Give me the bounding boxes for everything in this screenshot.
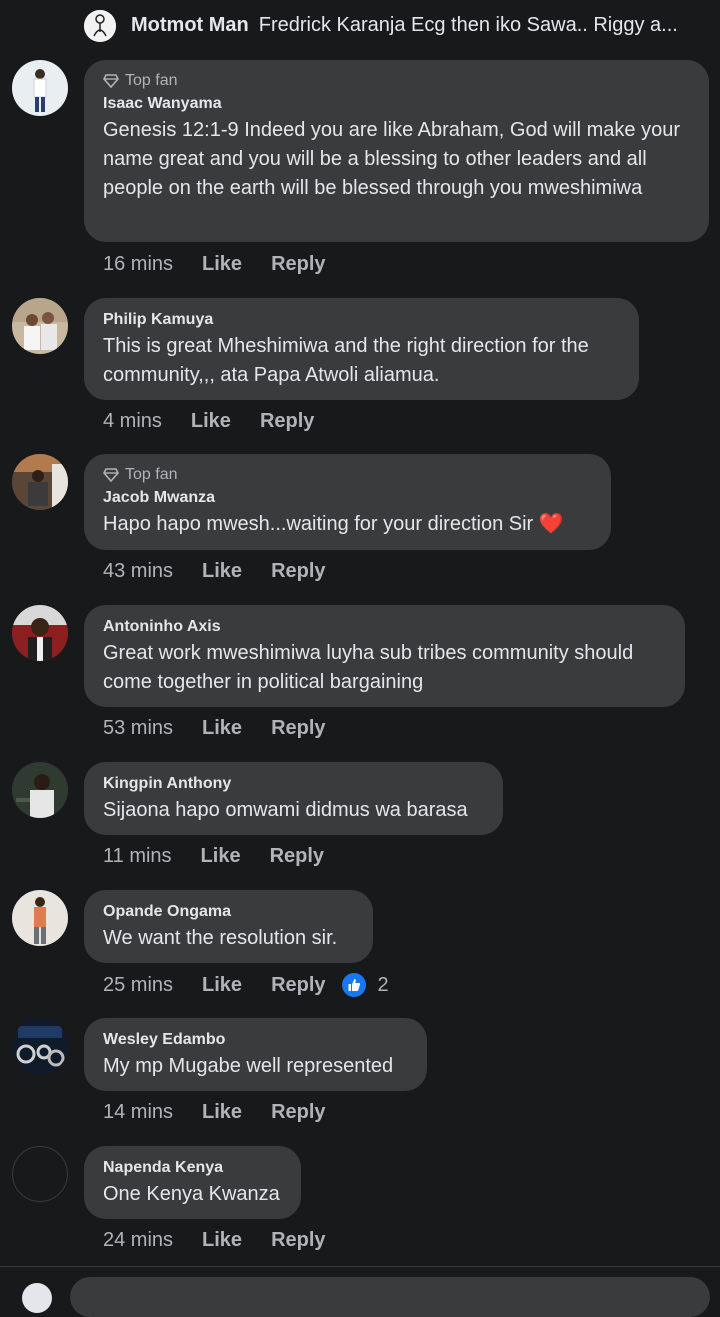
- user-avatar-icon: [12, 890, 68, 946]
- top-reply-snippet: Fredrick Karanja Ecg then iko Sawa.. Rig…: [258, 14, 678, 36]
- like-button[interactable]: Like: [202, 974, 242, 997]
- user-avatar-icon: [12, 762, 68, 818]
- avatar[interactable]: [12, 298, 68, 354]
- diamond-icon: [103, 74, 119, 88]
- comment-actions: 24 mins Like Reply: [103, 1229, 355, 1252]
- comment-bubble[interactable]: Opande Ongama We want the resolution sir…: [84, 890, 373, 963]
- comment-text: Genesis 12:1-9 Indeed you are like Abrah…: [103, 119, 680, 199]
- comment-author[interactable]: Philip Kamuya: [103, 310, 620, 330]
- comment-author[interactable]: Napenda Kenya: [103, 1158, 282, 1178]
- top-reply-text: Motmot Man Fredrick Karanja Ecg then iko …: [131, 14, 711, 37]
- avatar[interactable]: [12, 890, 68, 946]
- comment-time[interactable]: 25 mins: [103, 974, 173, 997]
- reply-button[interactable]: Reply: [271, 1229, 325, 1252]
- comment-actions: 11 mins Like Reply: [103, 845, 353, 868]
- like-button[interactable]: Like: [202, 1229, 242, 1252]
- comment-actions: 4 mins Like Reply: [103, 410, 343, 433]
- comment-actions: 43 mins Like Reply: [103, 560, 355, 583]
- like-button[interactable]: Like: [191, 410, 231, 433]
- comment-time[interactable]: 24 mins: [103, 1229, 173, 1252]
- comment-text: Sijaona hapo omwami didmus wa barasa: [103, 799, 468, 821]
- user-avatar-icon: [12, 1018, 68, 1074]
- user-avatar-icon: [12, 454, 68, 510]
- avatar[interactable]: [12, 762, 68, 818]
- reply-button[interactable]: Reply: [271, 253, 325, 276]
- comment-input[interactable]: [70, 1277, 710, 1317]
- reply-button[interactable]: Reply: [260, 410, 314, 433]
- reply-button[interactable]: Reply: [271, 1101, 325, 1124]
- comment-text: Hapo hapo mwesh...waiting for your direc…: [103, 513, 564, 535]
- comment-author[interactable]: Wesley Edambo: [103, 1030, 408, 1050]
- comment-bubble[interactable]: Philip Kamuya This is great Mheshimiwa a…: [84, 298, 639, 400]
- top-fan-badge: Top fan: [103, 72, 690, 90]
- like-button[interactable]: Like: [202, 253, 242, 276]
- comment-author[interactable]: Antoninho Axis: [103, 617, 666, 637]
- like-button[interactable]: Like: [201, 845, 241, 868]
- avatar[interactable]: [12, 1018, 68, 1074]
- like-button[interactable]: Like: [202, 560, 242, 583]
- user-avatar-icon: [12, 60, 68, 116]
- comment-actions: 14 mins Like Reply: [103, 1101, 355, 1124]
- comment-time[interactable]: 43 mins: [103, 560, 173, 583]
- comment-text: This is great Mheshimiwa and the right d…: [103, 335, 589, 386]
- top-reply-author[interactable]: Motmot Man: [131, 14, 249, 36]
- comment-bubble[interactable]: Top fan Jacob Mwanza Hapo hapo mwesh...w…: [84, 454, 611, 550]
- user-avatar-icon: [84, 10, 116, 42]
- reaction-summary[interactable]: 2: [341, 973, 389, 997]
- like-button[interactable]: Like: [202, 1101, 242, 1124]
- comment-author[interactable]: Isaac Wanyama: [103, 94, 690, 114]
- comment-text: We want the resolution sir.: [103, 927, 338, 949]
- comment-actions: 25 mins Like Reply 2: [103, 973, 389, 997]
- comment-time[interactable]: 4 mins: [103, 410, 162, 433]
- comment-actions: 16 mins Like Reply: [103, 253, 355, 276]
- comment-time[interactable]: 14 mins: [103, 1101, 173, 1124]
- top-reply-row[interactable]: Motmot Man Fredrick Karanja Ecg then iko …: [0, 0, 720, 52]
- reply-button[interactable]: Reply: [271, 717, 325, 740]
- comment-text: Great work mweshimiwa luyha sub tribes c…: [103, 642, 634, 693]
- badge-label: Top fan: [125, 466, 178, 483]
- comment-bubble[interactable]: Napenda Kenya One Kenya Kwanza: [84, 1146, 301, 1219]
- comment-time[interactable]: 11 mins: [103, 845, 172, 868]
- user-avatar-icon: [12, 605, 68, 661]
- comment-text: One Kenya Kwanza: [103, 1183, 280, 1205]
- comment-time[interactable]: 53 mins: [103, 717, 173, 740]
- comment-actions: 53 mins Like Reply: [103, 717, 355, 740]
- comment-author[interactable]: Kingpin Anthony: [103, 774, 484, 794]
- avatar[interactable]: [84, 10, 116, 42]
- like-button[interactable]: Like: [202, 717, 242, 740]
- avatar[interactable]: [12, 454, 68, 510]
- avatar[interactable]: [12, 1146, 68, 1202]
- user-avatar-icon: [12, 298, 68, 354]
- avatar: [22, 1283, 52, 1313]
- comment-bubble[interactable]: Wesley Edambo My mp Mugabe well represen…: [84, 1018, 427, 1091]
- diamond-icon: [103, 468, 119, 482]
- badge-label: Top fan: [125, 72, 178, 89]
- reply-button[interactable]: Reply: [271, 974, 325, 997]
- comment-bubble[interactable]: Top fan Isaac Wanyama Genesis 12:1-9 Ind…: [84, 60, 709, 242]
- comment-author[interactable]: Jacob Mwanza: [103, 488, 592, 508]
- comment-bubble[interactable]: Kingpin Anthony Sijaona hapo omwami didm…: [84, 762, 503, 835]
- reply-button[interactable]: Reply: [271, 560, 325, 583]
- reply-button[interactable]: Reply: [270, 845, 324, 868]
- top-fan-badge: Top fan: [103, 466, 592, 484]
- avatar[interactable]: [12, 60, 68, 116]
- reaction-count: 2: [377, 973, 389, 996]
- comment-author[interactable]: Opande Ongama: [103, 902, 354, 922]
- comment-text: My mp Mugabe well represented: [103, 1055, 394, 1077]
- avatar[interactable]: [12, 605, 68, 661]
- comment-time[interactable]: 16 mins: [103, 253, 173, 276]
- thumbs-up-icon: [341, 973, 366, 997]
- comment-bubble[interactable]: Antoninho Axis Great work mweshimiwa luy…: [84, 605, 685, 707]
